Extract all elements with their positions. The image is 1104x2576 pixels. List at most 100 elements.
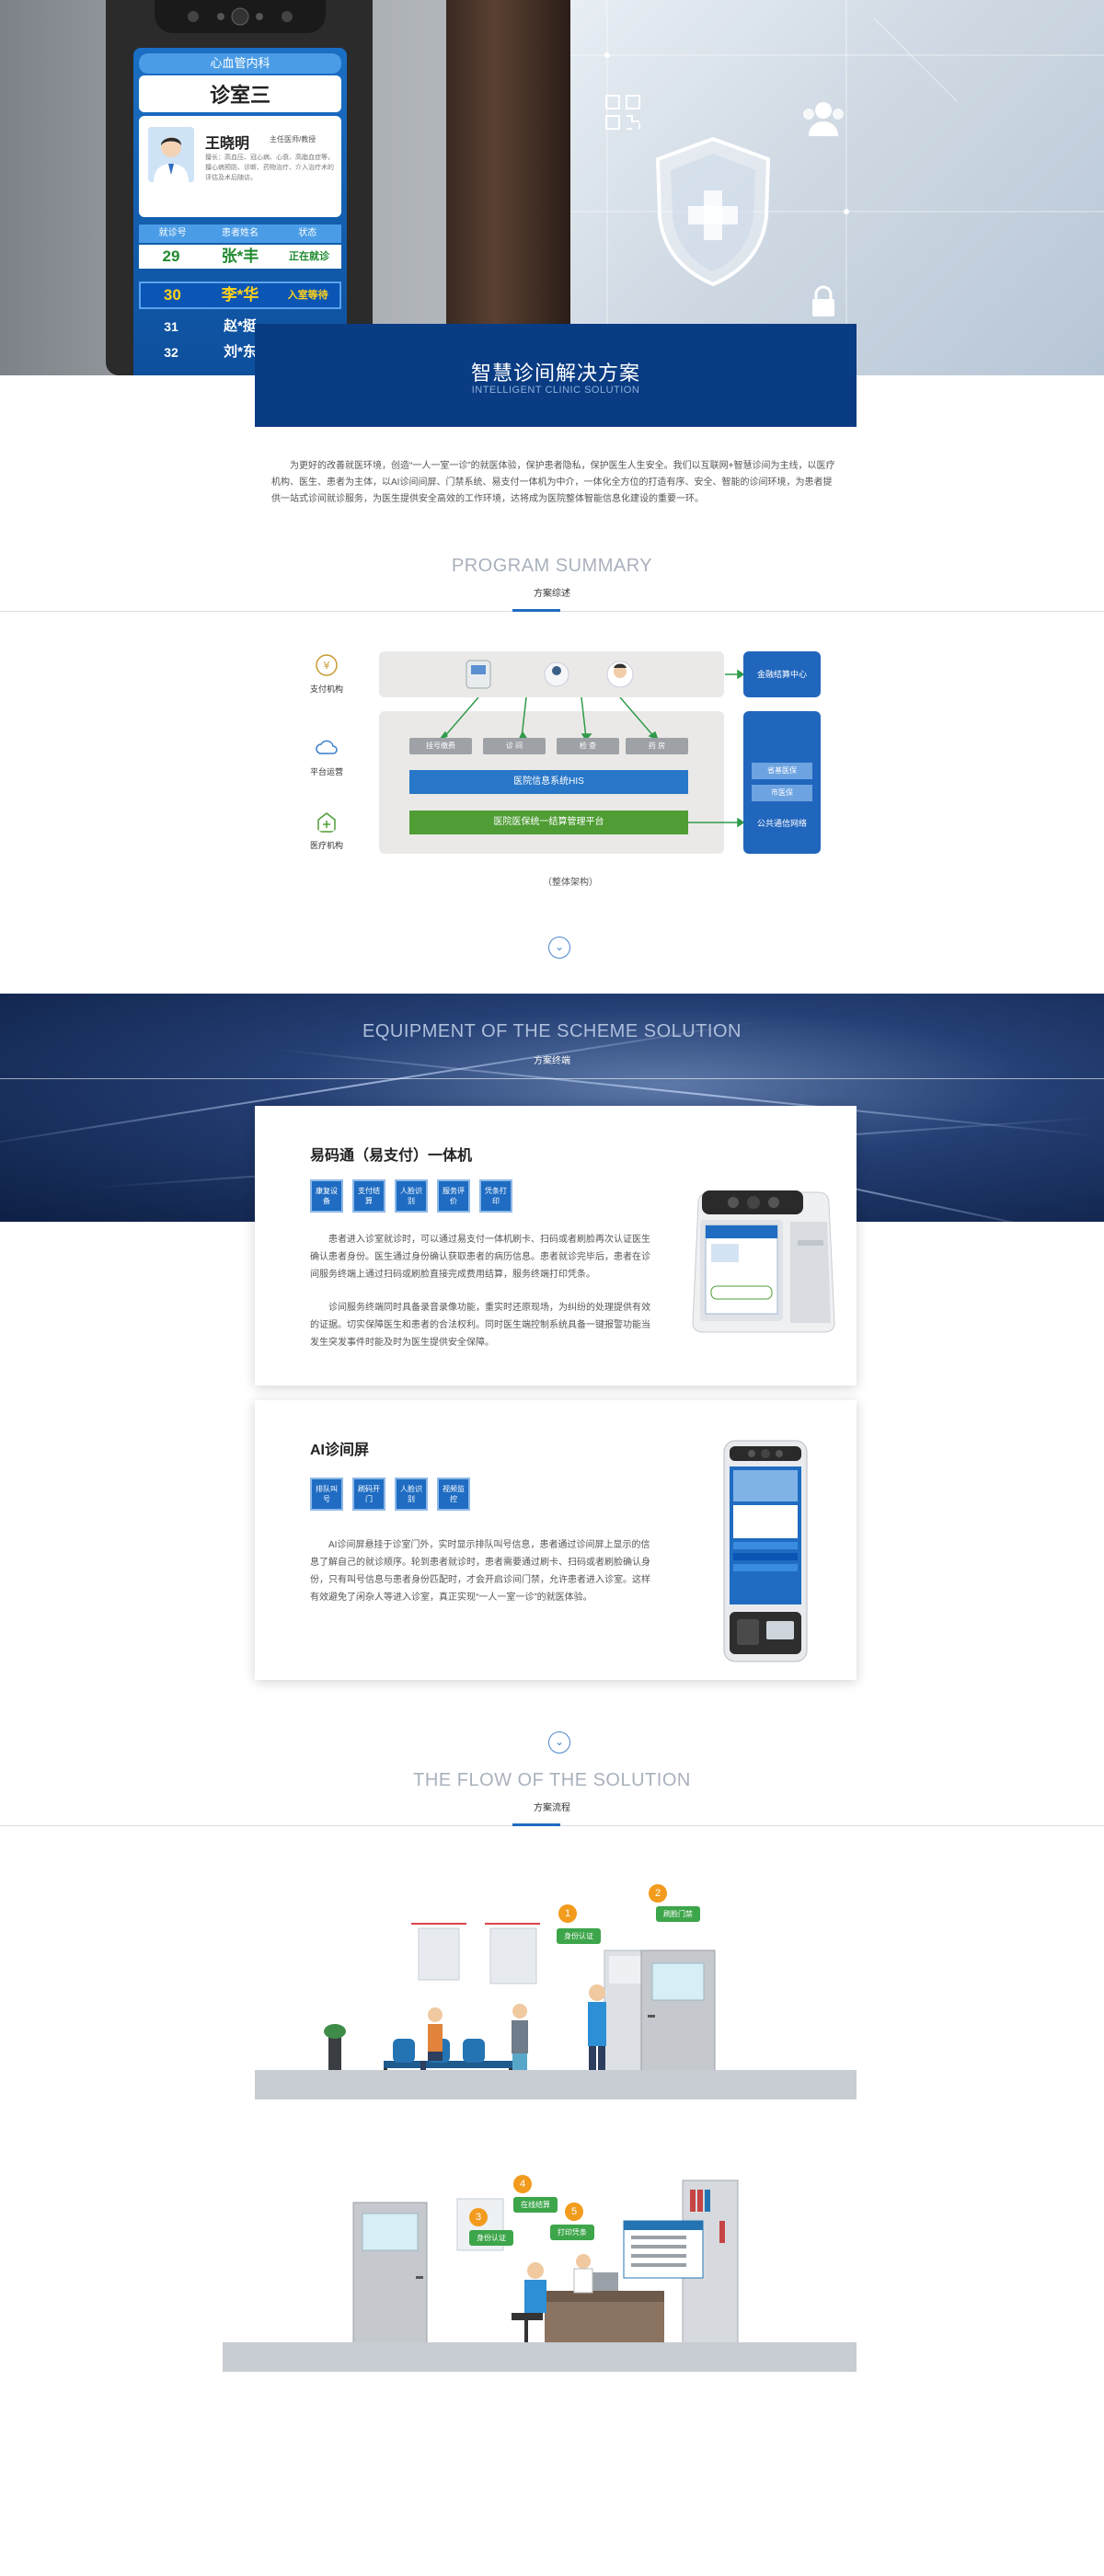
flow-step-label: 在线结算 bbox=[513, 2197, 558, 2213]
queue-number: 29 bbox=[162, 247, 180, 265]
flow-heading-cn: 方案流程 bbox=[534, 1803, 570, 1813]
flow-scene-waiting-room: 1 身份认证 2 刷脸门禁 bbox=[255, 1877, 857, 2107]
queue-number: 32 bbox=[164, 345, 178, 360]
doctor-name: 王晓明 bbox=[205, 136, 250, 152]
flow-step-label: 身份认证 bbox=[469, 2230, 513, 2246]
feature-tag: 凭条打印 bbox=[479, 1179, 512, 1213]
terminal-row bbox=[379, 651, 724, 697]
payment-terminal-image bbox=[692, 1190, 835, 1333]
scroll-down-button[interactable]: ⌄ bbox=[548, 937, 570, 959]
queue-row: 30 李*华 入室等待 bbox=[139, 282, 341, 309]
connector-arrows bbox=[688, 669, 743, 828]
band-line bbox=[0, 1078, 1104, 1079]
flow-heading-en: THE FLOW OF THE SOLUTION bbox=[413, 1770, 691, 1790]
summary-heading-en: PROGRAM SUMMARY bbox=[451, 556, 653, 576]
summary-heading-cn: 方案综述 bbox=[534, 589, 570, 599]
hospital-icon bbox=[317, 812, 336, 833]
flow-step-number: 5 bbox=[565, 2202, 583, 2221]
flow-step-number: 2 bbox=[649, 1884, 667, 1903]
flow-step-number: 1 bbox=[558, 1904, 577, 1923]
screen-room-box: 诊室三 bbox=[139, 75, 341, 112]
insurance-chip: 省基医保 bbox=[752, 763, 812, 779]
system-chip: 药 房 bbox=[626, 738, 688, 754]
title-banner: 智慧诊间解决方案 INTELLIGENT CLINIC SOLUTION bbox=[255, 324, 857, 427]
section-accent-bar bbox=[512, 1823, 560, 1826]
flow-step-label: 刷脸门禁 bbox=[656, 1906, 700, 1922]
finance-center-box: 金融结算中心 bbox=[743, 651, 821, 697]
equipment-heading-en: EQUIPMENT OF THE SCHEME SOLUTION bbox=[362, 1021, 742, 1041]
svg-text:¥: ¥ bbox=[324, 660, 330, 672]
doctor-card: 王晓明 主任医师/教授 擅长：高血压、冠心病、心衰、高脂血症等，擅心病预防、诊断… bbox=[139, 116, 341, 217]
queue-header-name: 患者姓名 bbox=[221, 228, 259, 238]
flow-scene-consultation: 3 身份认证 4 在线结算 5 打印凭条 bbox=[223, 2162, 857, 2374]
feature-tag: 刷码开门 bbox=[352, 1478, 385, 1511]
card-paragraph: AI诊间屏悬挂于诊室门外，实时显示排队叫号信息，患者通过诊间屏上显示的信息了解自… bbox=[310, 1540, 650, 1603]
system-chip: 挂号缴费 bbox=[409, 738, 472, 754]
side-label-hospital: 医疗机构 bbox=[299, 810, 354, 851]
flow-badge: 1 bbox=[558, 1904, 577, 1923]
side-label-text: 医疗机构 bbox=[309, 841, 343, 850]
side-label-text: 支付机构 bbox=[309, 684, 343, 694]
queue-status: 正在就诊 bbox=[289, 251, 329, 262]
ai-screen-device-image bbox=[723, 1440, 808, 1662]
feature-tag: 人脸识别 bbox=[395, 1478, 428, 1511]
feature-tags: 康复设备 支付结算 人脸识别 服务评价 凭条打印 bbox=[310, 1179, 512, 1213]
his-system-bar: 医院信息系统HIS bbox=[409, 770, 688, 794]
queue-patient: 李*华 bbox=[221, 286, 259, 304]
screen-room-name: 诊室三 bbox=[209, 84, 270, 107]
flow-step-label: 身份认证 bbox=[557, 1928, 601, 1944]
flow-step-number: 3 bbox=[469, 2208, 488, 2226]
flow-step-label: 打印凭条 bbox=[550, 2225, 594, 2240]
card-title: AI诊间屏 bbox=[310, 1443, 370, 1458]
chevron-down-icon: ⌄ bbox=[554, 940, 565, 953]
feature-tag: 康复设备 bbox=[310, 1179, 343, 1213]
card-title: 易码通（易支付）一体机 bbox=[310, 1148, 473, 1164]
queue-header-status: 状态 bbox=[298, 228, 317, 238]
users-icon bbox=[803, 102, 844, 136]
shield-icon bbox=[655, 136, 771, 287]
doctor-avatar bbox=[148, 127, 194, 182]
queue-row: 29 张*丰 正在就诊 bbox=[139, 245, 341, 269]
product-card-ai-screen: AI诊间屏 排队叫号 刷码开门 人脸识别 视频监控 AI诊间屏悬挂于诊室门外，实… bbox=[255, 1400, 857, 1680]
insurance-platform-bar: 医院医保统一结算管理平台 bbox=[409, 811, 688, 834]
card-paragraph: 诊间服务终端同时具备录音录像功能，重实时还原现场，为纠纷的处理提供有效的证据。切… bbox=[310, 1303, 650, 1348]
side-label-platform: 平台运营 bbox=[299, 736, 354, 777]
architecture-diagram: ¥ 支付机构 平台运营 医疗机构 挂号缴费 诊 间 检 查 药 房 医院信息系统… bbox=[294, 644, 846, 892]
terminal-icons bbox=[466, 660, 634, 689]
screen-department: 心血管内科 bbox=[139, 53, 341, 74]
flow-step-number: 4 bbox=[513, 2175, 532, 2193]
camera-icon bbox=[188, 7, 293, 26]
feature-tags: 排队叫号 刷码开门 人脸识别 视频监控 bbox=[310, 1478, 470, 1511]
page-title: 智慧诊间解决方案 bbox=[470, 362, 640, 385]
equipment-heading-cn: 方案终端 bbox=[534, 1056, 570, 1066]
diagram-caption: （整体架构） bbox=[543, 878, 598, 888]
side-label-payment: ¥ 支付机构 bbox=[299, 653, 354, 695]
public-network-box: 省基医保 市医保 公共通信网络 bbox=[743, 711, 821, 854]
hero-banner: 心血管内科 诊室三 王晓明 主任医师/教授 擅长：高血压、冠心病、心衰、高脂血症… bbox=[0, 0, 1104, 375]
queue-patient: 张*丰 bbox=[221, 247, 259, 265]
feature-tag: 人脸识别 bbox=[395, 1179, 428, 1213]
side-label-text: 平台运营 bbox=[309, 767, 343, 776]
floor bbox=[255, 2070, 857, 2099]
lock-icon bbox=[812, 285, 834, 316]
feature-tag: 视频监控 bbox=[437, 1478, 470, 1511]
product-card-payment: 易码通（易支付）一体机 康复设备 支付结算 人脸识别 服务评价 凭条打印 患者进… bbox=[255, 1106, 857, 1386]
device-camera-bar bbox=[155, 0, 326, 33]
scroll-down-button[interactable]: ⌄ bbox=[548, 1731, 570, 1754]
queue-number: 31 bbox=[164, 319, 178, 334]
cloud-icon bbox=[316, 740, 338, 754]
feature-tag: 排队叫号 bbox=[310, 1478, 343, 1511]
public-network-label: 公共通信网络 bbox=[756, 819, 807, 828]
section-accent-bar bbox=[512, 609, 560, 612]
queue-status: 入室等待 bbox=[287, 290, 328, 301]
chevron-down-icon: ⌄ bbox=[554, 1735, 565, 1748]
qr-code-icon bbox=[605, 95, 640, 130]
coin-icon: ¥ bbox=[316, 654, 338, 676]
queue-table-header: 就诊号 患者姓名 状态 bbox=[139, 224, 341, 243]
hero-door-frame bbox=[446, 0, 570, 375]
system-chip: 诊 间 bbox=[483, 738, 546, 754]
card-paragraph: 患者进入诊室就诊时，可以通过易支付一体机刷卡、扫码或者刷脸再次认证医生确认患者身… bbox=[310, 1235, 650, 1280]
queue-header-number: 就诊号 bbox=[158, 228, 187, 238]
page-subtitle: INTELLIGENT CLINIC SOLUTION bbox=[471, 385, 640, 396]
system-chip: 检 查 bbox=[557, 738, 619, 754]
